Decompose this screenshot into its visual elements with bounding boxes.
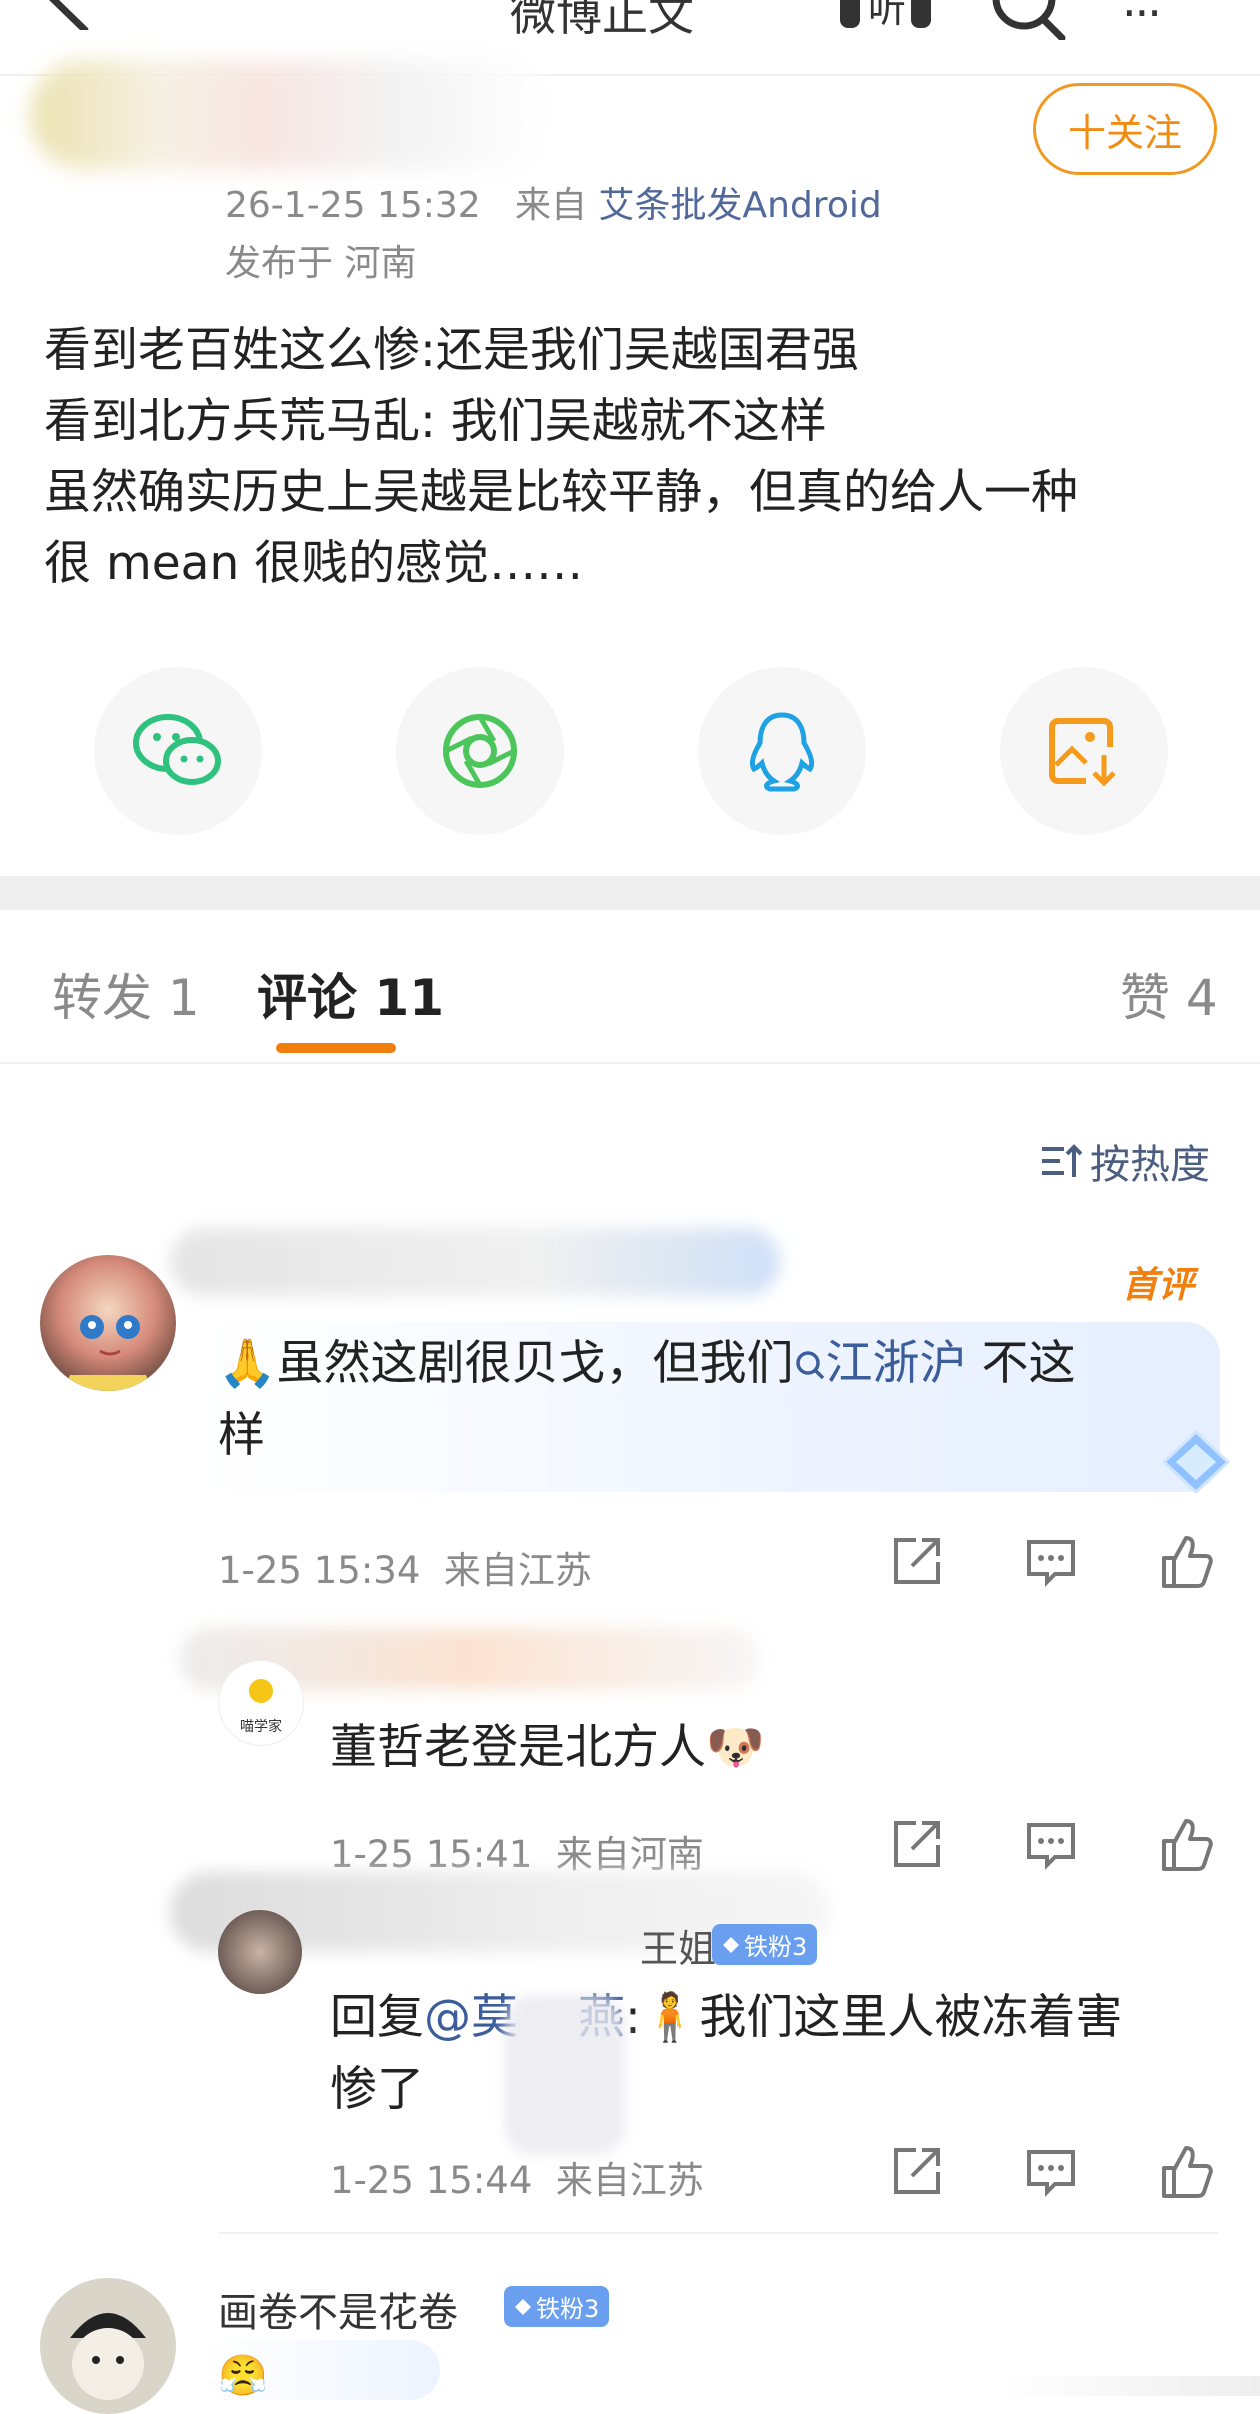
redacted-author-info [30,60,550,170]
reply-avatar-logo-icon: 喵学家 [240,1679,282,1735]
reply-meta: 1-25 15:41 来自河南 [330,1824,704,1878]
reply-prefix: 回复 [330,1990,424,2045]
share-wechat-button[interactable] [94,667,262,835]
scroll-hint [1000,2376,1260,2396]
comment-separator [218,2232,1218,2234]
topic-search-icon [795,1351,824,1380]
reply-text-line: 惨了 [330,2062,424,2117]
sort-label: 按热度 [1090,1142,1210,1188]
reply-avatar[interactable] [218,1910,302,1994]
share-icon[interactable] [886,1532,946,1592]
diamond-icon [723,1936,739,1953]
wechat-icon [133,714,221,785]
sort-by-hot-button[interactable]: 按热度 [1040,1132,1210,1190]
reply-meta: 1-25 15:44 来自江苏 [330,2150,704,2204]
page-title: 微博正文 [510,0,694,41]
comment-location: 来自江苏 [555,2159,704,2202]
comment-text-part: 🙏虽然这剧很贝戈，但我们 [218,1336,794,1391]
more-options-icon[interactable]: ··· [1122,0,1162,40]
comment-text-part: 不这 [966,1336,1076,1391]
post-body: 看到老百姓这么惨:还是我们吴越国君强 看到北方兵荒马乱: 我们吴越就不这样 虽然… [44,315,1234,599]
reply-text: 回复@莫燕:🧍我们这里人被冻着害 惨了 [330,1982,1230,2126]
cartoon-avatar-icon [70,2313,146,2400]
redaction-mark [505,1995,625,2155]
mention-link[interactable]: @莫 [424,1990,518,2045]
post-line: 虽然确实历史上吴越是比较平静，但真的给人一种 [44,465,1078,520]
moments-icon [443,714,517,788]
reply-avatar[interactable]: 喵学家 [218,1660,304,1746]
sort-icon [1042,1144,1082,1177]
comment-text: 🙏虽然这剧很贝戈，但我们 江浙沪 不这 样 [218,1328,1218,1472]
post-line: 很 mean 很贱的感觉…… [44,536,584,591]
listen-headphones-icon[interactable]: 听 [838,0,933,33]
share-qq-button[interactable] [698,667,866,835]
comment-icon[interactable] [1021,1815,1081,1875]
reply-body: :🧍我们这里人被冻着害 [625,1990,1123,2045]
post-meta: 26-1-25 15:32 来自 艾条批发Android [225,176,882,228]
save-image-icon [1049,718,1116,787]
tabs-divider [0,1062,1260,1064]
like-icon[interactable] [1156,2142,1216,2202]
comment-icon[interactable] [1021,2142,1081,2202]
qq-icon [749,712,815,792]
tab-comments[interactable]: 评论 11 [257,958,444,1030]
commenter-avatar[interactable] [40,1255,176,1391]
share-moments-button[interactable] [396,667,564,835]
tab-likes[interactable]: 赞 4 [1120,958,1218,1030]
follow-button[interactable]: 十关注 [1033,83,1217,175]
diamond-icon [515,2298,531,2315]
fan-level-label: 铁粉3 [536,2295,600,2323]
topic-link[interactable]: 江浙沪 [794,1336,967,1391]
post-line: 看到北方兵荒马乱: 我们吴越就不这样 [44,394,827,449]
topic-label: 江浙沪 [825,1336,967,1391]
post-source[interactable]: 艾条批发Android [599,185,882,226]
post-location: 发布于 河南 [225,243,417,284]
share-icon[interactable] [886,1815,946,1875]
fan-level-badge: 铁粉3 [712,1924,818,1965]
post-time: 26-1-25 15:32 [225,185,481,226]
redacted-commenter-name [170,1228,780,1296]
first-comment-badge: 首评 [1122,1265,1195,1306]
fan-level-label: 铁粉3 [744,1933,808,1961]
comment-location: 来自河南 [555,1833,704,1876]
fan-level-badge: 铁粉3 [504,2286,610,2327]
comment-emoji: 😤 [218,2353,268,2399]
comment-meta: 1-25 15:34 来自江苏 [218,1540,592,1594]
commenter-name-visible[interactable]: 王姐 [640,1918,716,1973]
comment-time: 1-25 15:41 [330,1833,533,1876]
comment-time: 1-25 15:34 [218,1549,421,1592]
reply-actions [886,2142,1216,2206]
like-icon[interactable] [1156,1815,1216,1875]
anime-avatar-icon [64,1315,152,1391]
comment-actions [886,1532,1216,1596]
tab-repost[interactable]: 转发 1 [52,958,200,1030]
comment-time: 1-25 15:44 [330,2159,533,2202]
back-arrow-icon[interactable] [30,0,100,30]
comment-text-line: 样 [218,1408,265,1463]
reply-text: 董哲老登是北方人🐶 [330,1720,765,1775]
share-icon[interactable] [886,2142,946,2202]
post-line: 看到老百姓这么惨:还是我们吴越国君强 [44,323,859,378]
reply-actions [886,1815,1216,1879]
like-icon[interactable] [1156,1532,1216,1592]
commenter-name[interactable]: 画卷不是花卷 [218,2280,458,2338]
search-icon[interactable] [988,0,1068,40]
reply-avatar-label: 喵学家 [240,1718,282,1735]
section-divider [0,876,1260,910]
commenter-avatar[interactable] [40,2278,176,2414]
from-label: 来自 [515,185,588,226]
save-image-button[interactable] [1000,667,1168,835]
comment-location: 来自江苏 [443,1549,592,1592]
tab-active-indicator [276,1043,396,1053]
comment-icon[interactable] [1021,1532,1081,1592]
svg-text:听: 听 [868,0,906,31]
